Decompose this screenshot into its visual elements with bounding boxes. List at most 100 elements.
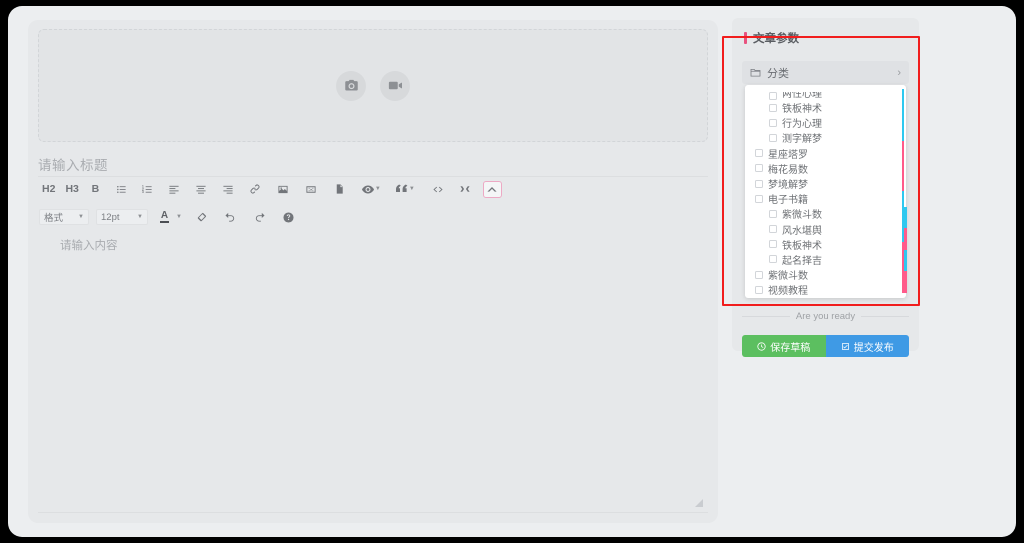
category-item-label: 梦境解梦: [768, 180, 808, 192]
panel-title: 文章参数: [744, 30, 799, 46]
save-draft-button[interactable]: 保存草稿: [742, 335, 826, 357]
chevron-down-icon[interactable]: ▼: [176, 214, 182, 220]
chevron-down-icon: ▼: [78, 214, 84, 220]
cover-upload-dropzone[interactable]: [38, 29, 708, 142]
toolbar-row-1: H2 H3 B 123 ▼ ▼: [39, 178, 707, 200]
redo-icon[interactable]: [250, 208, 269, 226]
category-checkbox[interactable]: [755, 194, 763, 203]
eye-icon[interactable]: ▼: [359, 180, 384, 198]
clock-icon: [757, 341, 766, 351]
video-icon[interactable]: [302, 180, 321, 198]
category-dropdown[interactable]: 两性心理 铁板神术 行为心理 测字解梦 星座塔罗 梅花易数 梦境解梦 电子书籍 紫微斗数 风水堪舆…: [745, 85, 906, 298]
unordered-list-button[interactable]: [112, 180, 131, 198]
resize-handle[interactable]: [694, 498, 704, 508]
chevron-down-icon: ▼: [137, 214, 143, 220]
heading-3-button[interactable]: H3: [62, 180, 81, 198]
category-item-label: 星座塔罗: [768, 149, 808, 161]
category-item-label: 铁板神术: [782, 240, 822, 252]
quote-icon[interactable]: ▼: [393, 180, 418, 198]
category-item-label: 行为心理: [782, 119, 822, 131]
category-list-item[interactable]: 铁板神术: [745, 237, 906, 252]
category-list-item[interactable]: 梅花易数: [745, 161, 906, 176]
panel-action-buttons: 保存草稿 提交发布: [742, 335, 909, 357]
heading-2-button[interactable]: H2: [39, 180, 58, 198]
category-list-item[interactable]: 两性心理: [745, 92, 906, 100]
category-list-item[interactable]: 行为心理: [745, 115, 906, 130]
shuffle-icon[interactable]: [456, 180, 475, 198]
category-list[interactable]: 两性心理 铁板神术 行为心理 测字解梦 星座塔罗 梅花易数 梦境解梦 电子书籍 紫微斗数 风水堪舆…: [745, 88, 906, 297]
camera-icon[interactable]: [336, 70, 366, 101]
code-icon[interactable]: [429, 180, 448, 198]
font-size-select[interactable]: 12pt ▼: [96, 209, 148, 225]
save-draft-label: 保存草稿: [770, 342, 811, 354]
divider-line-right: [861, 315, 909, 317]
category-list-item[interactable]: 铁板神术: [745, 100, 906, 115]
category-list-item[interactable]: 星座塔罗: [745, 146, 906, 161]
category-list-item[interactable]: 起名择吉: [745, 252, 906, 267]
category-item-label: 两性心理: [782, 92, 822, 100]
category-checkbox[interactable]: [769, 240, 777, 249]
category-checkbox[interactable]: [769, 118, 777, 127]
align-right-button[interactable]: [219, 180, 238, 198]
article-content-editor[interactable]: 请输入内容: [38, 226, 708, 513]
format-select-label: 格式: [44, 213, 64, 224]
font-size-label: 12pt: [101, 211, 120, 223]
category-list-item[interactable]: 测字解梦: [745, 130, 906, 145]
bold-button[interactable]: B: [86, 180, 105, 198]
category-checkbox[interactable]: [769, 92, 777, 100]
text-color-button[interactable]: A: [155, 208, 174, 226]
category-checkbox[interactable]: [769, 225, 777, 234]
category-item-label: 紫微斗数: [768, 271, 808, 283]
align-center-button[interactable]: [192, 180, 211, 198]
category-list-item[interactable]: 风水堪舆: [745, 222, 906, 237]
category-checkbox[interactable]: [769, 255, 777, 264]
article-editor-card: 请输入标题 H2 H3 B 123 ▼ ▼ 格式 ▼ 12pt ▼ A ▼ 请输…: [28, 20, 718, 523]
link-icon[interactable]: [246, 180, 265, 198]
align-left-button[interactable]: [165, 180, 184, 198]
category-item-label: 电子书籍: [768, 195, 808, 207]
category-checkbox[interactable]: [755, 285, 763, 294]
category-list-item[interactable]: 电子书籍: [745, 191, 906, 206]
eraser-icon[interactable]: [192, 208, 211, 226]
collapse-toolbar-button[interactable]: [482, 180, 502, 198]
category-item-label: 风水堪舆: [782, 225, 822, 237]
category-checkbox[interactable]: [769, 209, 777, 218]
panel-scrollbar[interactable]: [904, 207, 907, 293]
text-color-glyph: A: [160, 210, 169, 223]
category-label: 分类: [767, 67, 789, 80]
category-list-item[interactable]: 紫微斗数: [745, 267, 906, 282]
category-item-label: 起名择吉: [782, 255, 822, 267]
category-checkbox[interactable]: [755, 270, 763, 279]
category-item-label: 铁板神术: [782, 104, 822, 116]
divider-text: Are you ready: [795, 310, 856, 322]
category-list-item[interactable]: 梦境解梦: [745, 176, 906, 191]
chevron-right-icon: ›: [897, 66, 901, 79]
ready-divider: Are you ready: [742, 308, 909, 324]
category-checkbox[interactable]: [755, 149, 763, 158]
article-parameters-panel: 文章参数 分类 › 两性心理 铁板神术 行为心理 测字解梦 星座塔罗 梅花易数 梦境解梦 电子…: [732, 18, 919, 357]
undo-icon[interactable]: [221, 208, 240, 226]
help-icon[interactable]: [279, 208, 298, 226]
category-checkbox[interactable]: [755, 179, 763, 188]
editor-toolbar: H2 H3 B 123 ▼ ▼ 格式 ▼ 12pt ▼ A ▼: [38, 178, 708, 225]
category-list-item[interactable]: 视频教程: [745, 282, 906, 297]
panel-title-text: 文章参数: [753, 33, 799, 45]
check-square-icon: [841, 342, 849, 350]
format-select[interactable]: 格式 ▼: [39, 209, 89, 225]
chevron-down-icon[interactable]: ▼: [409, 186, 415, 192]
ordered-list-button[interactable]: 123: [138, 180, 157, 198]
cover-upload-buttons: [39, 30, 707, 141]
file-icon[interactable]: [330, 180, 349, 198]
category-select-field[interactable]: 分类 ›: [742, 61, 909, 84]
article-title-input[interactable]: 请输入标题: [38, 151, 708, 177]
category-checkbox[interactable]: [755, 164, 763, 173]
category-list-item[interactable]: 紫微斗数: [745, 206, 906, 221]
chevron-down-icon[interactable]: ▼: [375, 186, 381, 192]
submit-publish-button[interactable]: 提交发布: [825, 335, 909, 357]
image-icon[interactable]: [274, 180, 293, 198]
content-placeholder: 请输入内容: [60, 240, 118, 252]
category-checkbox[interactable]: [769, 133, 777, 142]
video-camera-icon[interactable]: [380, 70, 410, 101]
folder-icon: [750, 68, 761, 77]
category-checkbox[interactable]: [769, 103, 777, 112]
